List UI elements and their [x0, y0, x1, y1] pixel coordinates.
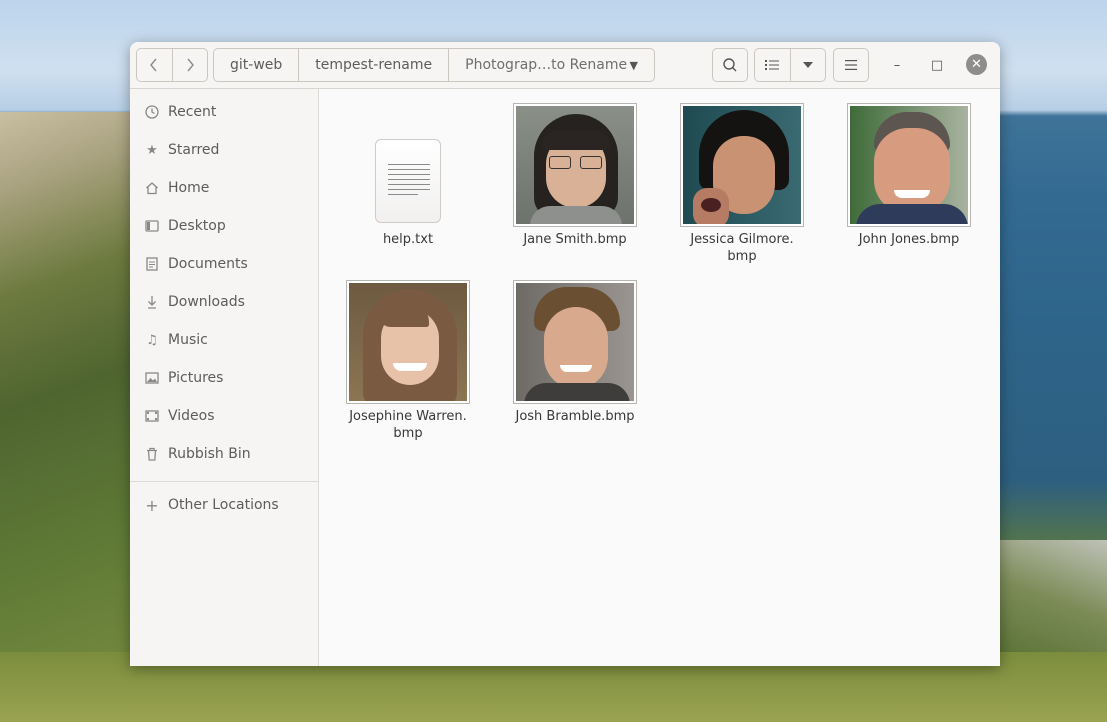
image-thumbnail: [513, 103, 637, 227]
image-thumbnail: [847, 103, 971, 227]
file-name: Josephine Warren.: [349, 409, 467, 424]
sidebar-item-rubbish-bin[interactable]: Rubbish Bin: [130, 435, 318, 473]
video-icon: [144, 408, 160, 424]
breadcrumb-tempest-rename[interactable]: tempest-rename: [299, 49, 450, 81]
file-name: Josh Bramble.bmp: [515, 409, 635, 424]
sidebar-item-label: Pictures: [168, 370, 224, 386]
navigation-buttons: [136, 48, 208, 82]
chevron-left-icon: [150, 58, 157, 72]
file-name-ext: bmp: [727, 249, 757, 264]
sidebar-divider: [130, 481, 318, 482]
close-icon: ✕: [971, 57, 982, 72]
sidebar-item-pictures[interactable]: Pictures: [130, 359, 318, 397]
view-options-group: [754, 48, 826, 82]
file-item-help-txt[interactable]: help.txt: [333, 139, 483, 259]
file-name: help.txt: [382, 232, 434, 247]
minimize-icon: –: [893, 57, 901, 73]
breadcrumb-current-folder[interactable]: Photograp…to Rename ▼: [449, 49, 654, 81]
portrait-josh-bramble: [516, 283, 634, 401]
maximize-icon: □: [930, 57, 944, 73]
file-item-jessica-gilmore[interactable]: Jessica Gilmore. bmp: [667, 96, 817, 266]
sidebar-item-documents[interactable]: Documents: [130, 245, 318, 283]
portrait-josephine-warren: [349, 283, 467, 401]
portrait-jane-smith: [516, 106, 634, 224]
file-item-josephine-warren[interactable]: Josephine Warren. bmp: [333, 273, 483, 443]
clock-icon: [144, 104, 160, 120]
sidebar-item-videos[interactable]: Videos: [130, 397, 318, 435]
sidebar-item-label: Documents: [168, 256, 248, 272]
breadcrumb-git-web[interactable]: git-web: [214, 49, 300, 81]
sidebar-item-music[interactable]: ♫ Music: [130, 321, 318, 359]
file-name-ext: bmp: [393, 426, 423, 441]
maximize-button[interactable]: □: [927, 55, 947, 75]
caret-down-icon: ▼: [629, 58, 638, 72]
download-icon: [144, 294, 160, 310]
list-view-button[interactable]: [755, 49, 791, 81]
chevron-right-icon: [187, 58, 194, 72]
breadcrumb-current-label: Photograp…to Rename: [465, 57, 628, 73]
file-manager-window: git-web tempest-rename Photograp…to Rena…: [130, 42, 1000, 666]
sidebar-item-home[interactable]: Home: [130, 169, 318, 207]
sidebar-item-label: Other Locations: [168, 497, 279, 513]
sidebar-item-desktop[interactable]: Desktop: [130, 207, 318, 245]
image-thumbnail: [346, 280, 470, 404]
sidebar-item-label: Starred: [168, 142, 220, 158]
music-icon: ♫: [146, 332, 158, 348]
view-dropdown-button[interactable]: [791, 49, 826, 81]
sidebar-item-label: Home: [168, 180, 210, 196]
portrait-john-jones: [850, 106, 968, 224]
sidebar-item-recent[interactable]: Recent: [130, 93, 318, 131]
hamburger-menu-icon: [845, 60, 857, 70]
sidebar-item-starred[interactable]: ★ Starred: [130, 131, 318, 169]
file-name: Jane Smith.bmp: [523, 232, 627, 247]
close-button[interactable]: ✕: [966, 54, 987, 75]
home-icon: [144, 180, 160, 196]
chevron-down-icon: [802, 62, 813, 68]
sidebar-item-label: Recent: [168, 104, 217, 120]
image-thumbnail: [680, 103, 804, 227]
image-thumbnail: [513, 280, 637, 404]
file-name: John Jones.bmp: [858, 232, 960, 247]
breadcrumb: git-web tempest-rename Photograp…to Rena…: [213, 48, 655, 82]
sidebar-item-label: Downloads: [168, 294, 245, 310]
back-button[interactable]: [137, 49, 172, 81]
search-icon: [723, 58, 737, 72]
star-icon: ★: [146, 142, 158, 158]
search-button[interactable]: [712, 48, 748, 82]
sidebar-item-downloads[interactable]: Downloads: [130, 283, 318, 321]
sidebar-item-label: Rubbish Bin: [168, 446, 251, 462]
header-bar: git-web tempest-rename Photograp…to Rena…: [130, 42, 1000, 89]
file-view: help.txt Jane Smith.bmp Jessica Gilmore.…: [319, 89, 1000, 666]
file-name: Jessica Gilmore.: [690, 232, 794, 247]
file-item-jane-smith[interactable]: Jane Smith.bmp: [500, 96, 650, 247]
list-view-icon: [765, 60, 780, 70]
portrait-jessica-gilmore: [683, 106, 801, 224]
main-menu-button[interactable]: [833, 48, 869, 82]
document-icon: [144, 256, 160, 272]
sidebar-item-label: Desktop: [168, 218, 226, 234]
minimize-button[interactable]: –: [887, 55, 907, 75]
file-item-john-jones[interactable]: John Jones.bmp: [834, 96, 984, 247]
sidebar-item-label: Videos: [168, 408, 215, 424]
sidebar-item-label: Music: [168, 332, 208, 348]
file-item-josh-bramble[interactable]: Josh Bramble.bmp: [500, 273, 650, 424]
sidebar-item-other-locations[interactable]: + Other Locations: [130, 486, 318, 524]
forward-button[interactable]: [171, 49, 208, 81]
plus-icon: +: [145, 495, 159, 515]
text-file-icon: [375, 139, 441, 223]
sidebar: Recent ★ Starred Home Desktop Documents: [130, 89, 319, 666]
desktop-icon: [144, 218, 160, 234]
pictures-icon: [144, 370, 160, 386]
trash-icon: [144, 446, 160, 462]
